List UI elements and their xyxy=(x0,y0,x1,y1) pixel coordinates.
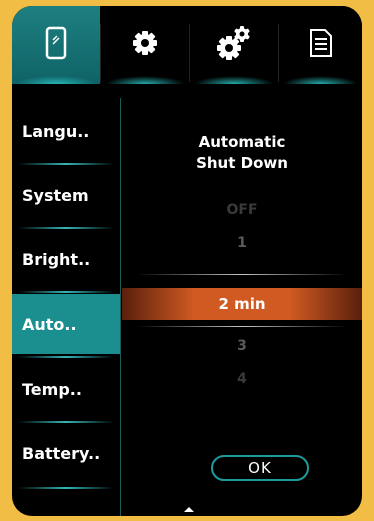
top-tab-bar xyxy=(12,6,362,86)
menu-item-battery[interactable]: Battery.. xyxy=(12,423,120,483)
option-1[interactable]: 1 xyxy=(122,235,362,251)
menu-item-temperature[interactable]: Temp.. xyxy=(12,359,120,419)
phone-device-icon xyxy=(45,26,67,64)
option-off[interactable]: OFF xyxy=(122,202,362,218)
ok-button[interactable]: OK xyxy=(211,455,309,481)
auto-shutdown-panel: Automatic Shut Down OFF 1 2 min 3 4 OK xyxy=(122,98,362,516)
menu-item-label: Bright.. xyxy=(22,249,91,269)
settings-menu: Langu.. System Bright.. Auto.. Temp.. Ba… xyxy=(12,98,121,516)
scroll-indicator-icon xyxy=(184,507,194,512)
menu-item-language[interactable]: Langu.. xyxy=(12,101,120,161)
selected-value: 2 min xyxy=(218,295,266,313)
menu-item-brightness[interactable]: Bright.. xyxy=(12,229,120,289)
tab-info[interactable] xyxy=(279,6,362,84)
menu-item-auto-shutdown[interactable]: Auto.. xyxy=(12,294,120,354)
document-icon xyxy=(309,28,333,62)
gears-icon xyxy=(217,26,251,64)
menu-item-label: System xyxy=(22,185,89,205)
option-3[interactable]: 3 xyxy=(122,338,362,354)
option-4[interactable]: 4 xyxy=(122,371,362,387)
menu-item-system[interactable]: System xyxy=(12,165,120,225)
tab-advanced-settings[interactable] xyxy=(190,6,278,84)
gear-icon xyxy=(132,30,158,60)
selected-option[interactable]: 2 min xyxy=(122,288,362,320)
menu-item-label: Battery.. xyxy=(22,443,101,463)
tab-settings[interactable] xyxy=(101,6,189,84)
tab-device[interactable] xyxy=(12,6,100,84)
menu-item-label: Auto.. xyxy=(22,314,77,334)
menu-item-label: Temp.. xyxy=(22,379,82,399)
menu-item-label: Langu.. xyxy=(22,121,90,141)
page-title: Automatic Shut Down xyxy=(196,133,288,172)
device-screen: Langu.. System Bright.. Auto.. Temp.. Ba… xyxy=(12,6,362,516)
